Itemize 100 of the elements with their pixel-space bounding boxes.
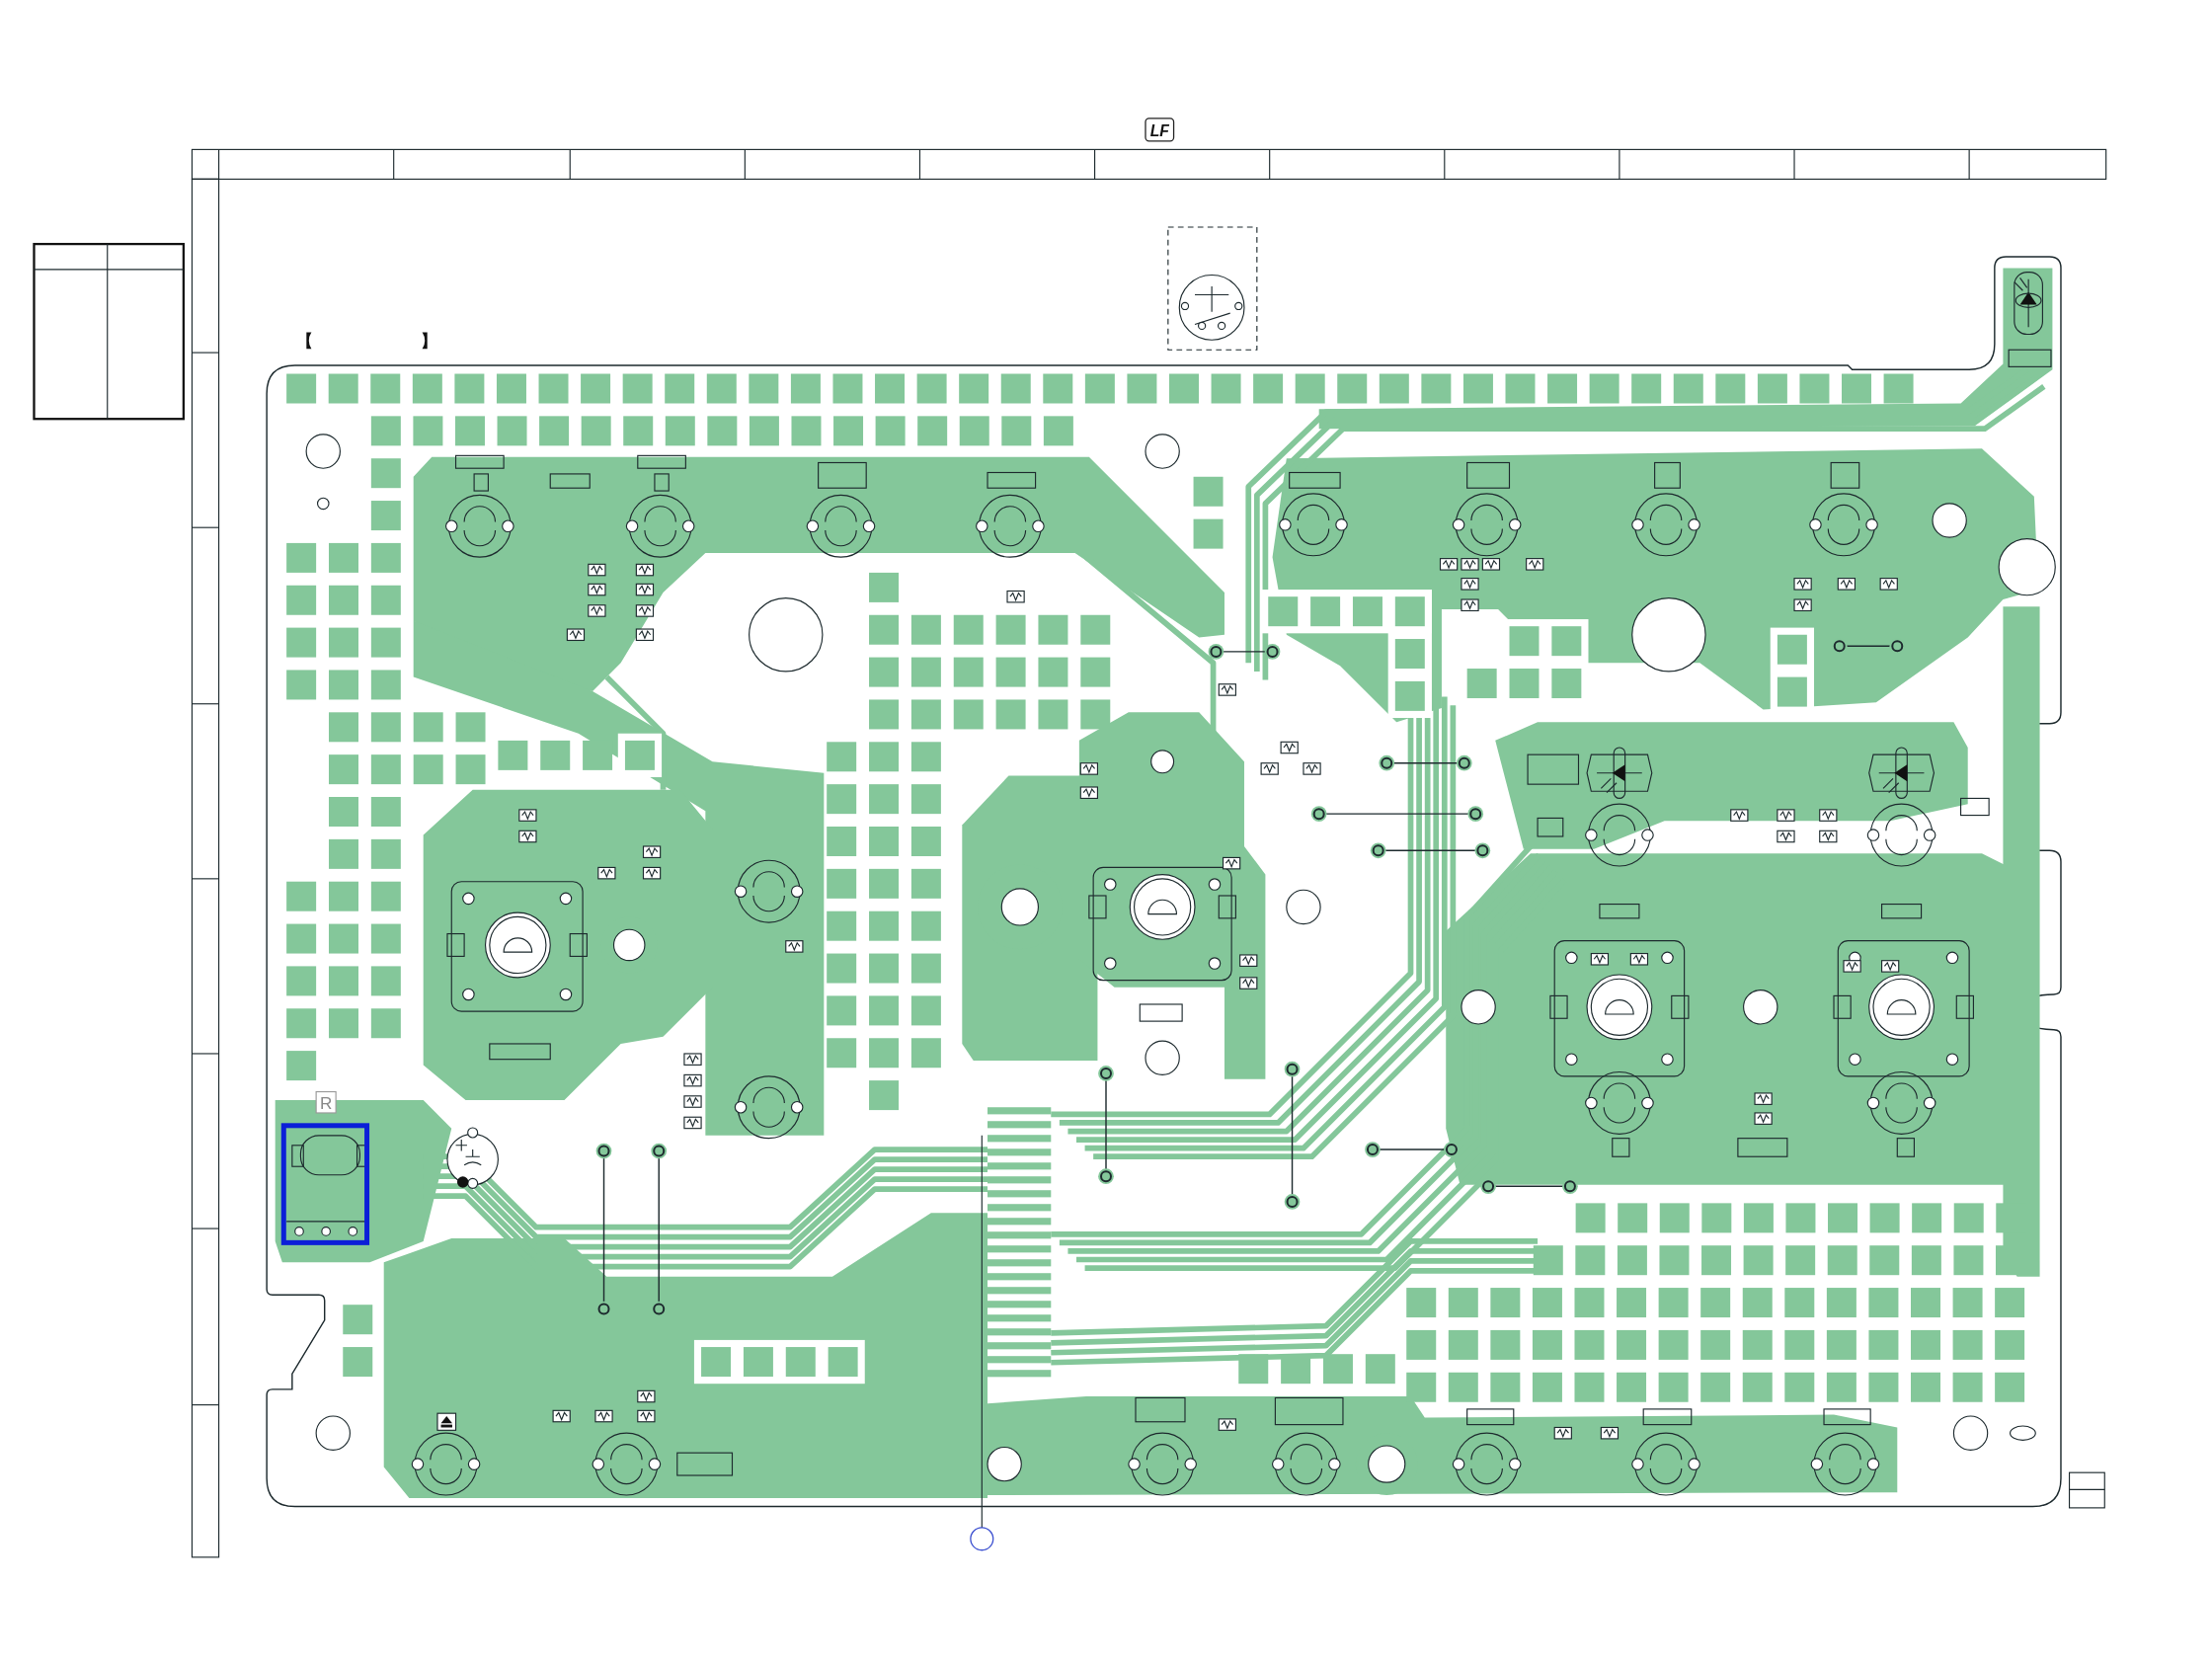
component-outline xyxy=(637,454,686,469)
copper-pad xyxy=(1406,1288,1437,1318)
mounting-hole xyxy=(1368,1445,1406,1483)
copper-pad xyxy=(1826,1288,1856,1318)
copper-pad xyxy=(1911,1329,1940,1360)
copper-pad xyxy=(1532,1288,1562,1318)
copper-pad xyxy=(370,458,401,489)
copper-pad xyxy=(827,995,857,1026)
copper-pad xyxy=(827,742,857,772)
copper-pad xyxy=(1911,1372,1940,1402)
resistor-icon xyxy=(1439,558,1459,571)
copper-pad xyxy=(1995,1288,2025,1318)
copper-pad xyxy=(1785,1245,1816,1276)
resistor-icon xyxy=(1590,952,1610,966)
connector-pad xyxy=(988,1245,1052,1253)
resistor-icon xyxy=(785,940,804,953)
copper-pad xyxy=(329,754,358,785)
component-outline xyxy=(454,454,505,469)
component-outline xyxy=(1289,471,1341,489)
copper-pad xyxy=(1617,1329,1647,1360)
copper-pad xyxy=(665,416,695,446)
eject-icon xyxy=(436,1412,457,1431)
copper-pad xyxy=(1701,1245,1732,1276)
copper-pad xyxy=(497,416,527,446)
component-footprint xyxy=(1271,1432,1341,1496)
connector-pad xyxy=(988,1259,1052,1267)
copper-pad xyxy=(1868,1329,1899,1360)
copper-pad xyxy=(286,627,317,658)
component-outline xyxy=(1896,1138,1915,1157)
copper-pad xyxy=(1911,1245,1941,1276)
resistor-icon xyxy=(683,1073,702,1087)
component-outline xyxy=(1830,461,1860,489)
copper-pad xyxy=(1659,1203,1690,1233)
copper-pad xyxy=(581,416,611,446)
copper-pad xyxy=(959,373,989,404)
copper-pad xyxy=(869,699,900,730)
resistor-icon xyxy=(1777,809,1795,822)
copper-pad xyxy=(455,712,486,743)
resistor-icon xyxy=(683,1053,702,1066)
copper-pad xyxy=(286,923,317,954)
copper-pad xyxy=(1953,1245,1984,1276)
component-outline xyxy=(1960,797,1990,817)
component-footprint xyxy=(625,494,695,558)
mounting-hole xyxy=(1150,750,1175,774)
copper-pad xyxy=(1310,596,1341,627)
copper-pad xyxy=(832,373,863,404)
component-footprint xyxy=(1866,1070,1936,1135)
copper-pad xyxy=(1575,1203,1606,1233)
component-footprint xyxy=(1452,1432,1522,1496)
component-outline xyxy=(473,473,489,492)
copper-pad xyxy=(910,995,941,1026)
copper-pad xyxy=(869,784,900,815)
copper-pad xyxy=(1127,373,1157,404)
connector-pad xyxy=(988,1287,1052,1295)
switch-symbol-icon xyxy=(1178,274,1245,341)
copper-pad xyxy=(827,868,857,899)
copper-pad xyxy=(1868,1288,1899,1318)
diode-symbol-icon xyxy=(1868,747,1935,799)
resistor-icon xyxy=(1461,558,1479,571)
copper-pad xyxy=(370,373,401,404)
connector-pad xyxy=(988,1204,1052,1212)
component-outline xyxy=(987,471,1037,489)
copper-pad xyxy=(1547,373,1578,404)
resistor-icon xyxy=(635,583,655,596)
resistor-icon xyxy=(1754,1112,1773,1125)
component-footprint xyxy=(1452,493,1522,557)
connector-pad xyxy=(988,1370,1052,1378)
resistor-icon xyxy=(1553,1426,1572,1440)
connector-pad xyxy=(988,1314,1052,1322)
component-outline xyxy=(1599,904,1640,919)
resistor-icon xyxy=(1481,558,1501,571)
resistor-icon xyxy=(1079,762,1098,775)
resistor-icon xyxy=(1881,960,1900,973)
resistor-icon xyxy=(1819,830,1838,843)
mounting-hole xyxy=(1932,503,1967,538)
resistor-icon xyxy=(1837,578,1856,591)
resistor-icon xyxy=(1629,952,1649,966)
copper-pad xyxy=(827,911,857,941)
copper-pad xyxy=(910,1038,941,1069)
copper-pad xyxy=(875,373,906,404)
copper-pad xyxy=(286,585,317,615)
copper-pad xyxy=(1617,1372,1647,1402)
component-outline xyxy=(1823,1408,1871,1426)
resistor-icon xyxy=(642,845,662,858)
copper-pad xyxy=(1743,1245,1774,1276)
resistor-icon xyxy=(1754,1092,1773,1105)
copper-pad xyxy=(329,797,358,827)
connector-pad xyxy=(988,1190,1052,1198)
component-footprint xyxy=(1809,493,1878,557)
copper-pad xyxy=(869,614,900,645)
copper-pad xyxy=(1701,1203,1732,1233)
copper-pad xyxy=(995,699,1026,730)
copper-pad xyxy=(869,868,900,899)
copper-pad xyxy=(1799,373,1830,404)
copper-pad xyxy=(910,784,941,815)
resistor-icon xyxy=(637,1389,656,1403)
copper-pad xyxy=(329,966,358,996)
copper-pad xyxy=(959,416,989,446)
copper-pad xyxy=(1551,626,1582,657)
resistor-icon xyxy=(1461,578,1479,591)
